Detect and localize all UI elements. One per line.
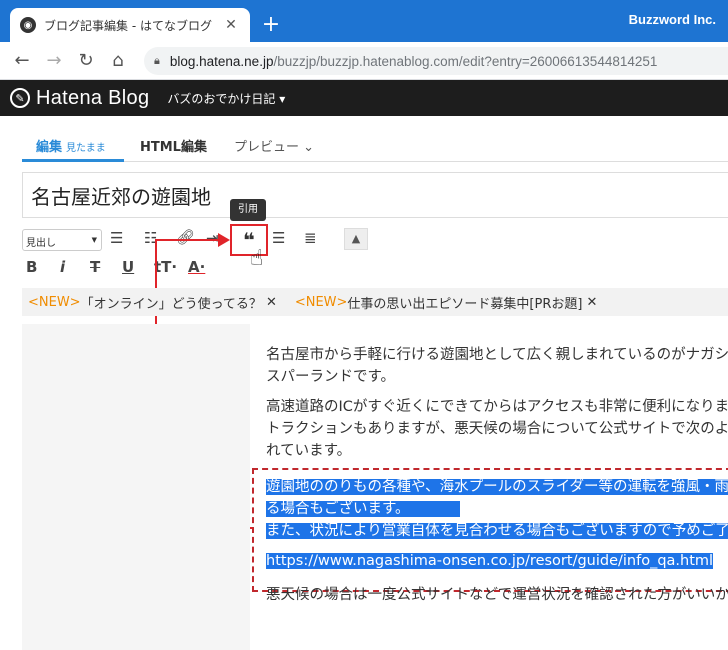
close-news-2-icon[interactable]: ✕	[586, 295, 597, 310]
annotation-arrowhead	[218, 233, 230, 247]
p2-line-1: 高速道路のICがすぐ近くにできてからはアクセスも非常に便利になりまし	[266, 399, 728, 415]
hand-pointer-icon: ☝︎	[250, 246, 264, 271]
reload-icon[interactable]: ↻	[74, 50, 98, 72]
title-input[interactable]: 名古屋近郊の遊園地	[22, 172, 728, 218]
tab-preview[interactable]: プレビュー ⌄	[234, 136, 314, 155]
quote-line-1: 遊園地ののりもの各種や、海水プールのスライダー等の運転を強風・雨天	[266, 479, 728, 495]
news-link-1[interactable]: 「オンライン」どう使ってる？	[81, 293, 262, 312]
selected-quote: 遊園地ののりもの各種や、海水プールのスライダー等の運転を強風・雨天 る場合もござ…	[266, 476, 728, 572]
tab-html[interactable]: HTML編集	[140, 136, 207, 155]
hatena-logo-icon[interactable]: ✎	[10, 88, 30, 108]
collapse-toolbar-button[interactable]: ▲	[344, 228, 368, 250]
blog-name-dropdown[interactable]: バズのおでかけ日記 ▾	[167, 90, 285, 107]
lock-icon: 🔒︎	[154, 54, 160, 67]
tab-edit-label: 編集	[36, 140, 63, 155]
hatena-logo-text[interactable]: Hatena Blog	[36, 87, 149, 110]
new-tag-2: <NEW>	[294, 294, 348, 310]
chevron-up-icon: ▲	[351, 232, 361, 245]
new-tab-icon[interactable]: +	[260, 12, 282, 38]
news-bar: <NEW> 「オンライン」どう使ってる？ ✕ <NEW> 仕事の思い出エピソード募集中…	[22, 288, 728, 316]
text-size-icon[interactable]: tT·	[154, 258, 177, 276]
home-icon[interactable]: ⌂	[106, 50, 130, 72]
news-link-2[interactable]: 仕事の思い出エピソード募集中[PRお題]	[347, 293, 582, 312]
p2-line-3: れています。	[266, 443, 352, 459]
brand-label: Buzzword Inc.	[628, 12, 716, 27]
address-bar: ← → ↻ ⌂ 🔒︎ blog.hatena.ne.jp/buzzjp/buzz…	[0, 42, 728, 80]
chevron-down-icon: ⌄	[303, 140, 315, 155]
editor-tabs: 編集 見たまま HTML編集 プレビュー ⌄	[22, 130, 728, 162]
tooltip-quote: 引用	[230, 199, 266, 221]
quote-line-3: また、状況により営業自体を見合わせる場合もございますので予めご了承	[266, 523, 728, 539]
back-arrow-icon[interactable]: ←	[10, 50, 34, 72]
bullet-list-icon[interactable]: ☰	[110, 229, 123, 247]
quote-line-2-tail	[402, 501, 461, 517]
heading-select-value: 見出し	[26, 238, 56, 249]
p2-line-2: トラクションもありますが、悪天候の場合について公式サイトで次のよう	[266, 421, 728, 437]
caret-down-icon: ▼	[91, 236, 97, 244]
editor-sidebar	[22, 324, 250, 650]
hatena-favicon-icon: ◉	[20, 17, 36, 33]
p1-line-2: スパーランドです。	[266, 369, 396, 385]
paragraph-1: 名古屋市から手軽に行ける遊園地として広く親しまれているのがナガシマ スパーランド…	[266, 344, 728, 388]
editor-body[interactable]: 名古屋市から手軽に行ける遊園地として広く親しまれているのがナガシマ スパーランド…	[266, 344, 728, 614]
quote-line-2: る場合もございます。	[266, 501, 403, 517]
bold-icon[interactable]: B	[26, 258, 37, 276]
italic-icon[interactable]: i	[60, 258, 65, 276]
quote-url: https://www.nagashima-onsen.co.jp/resort…	[266, 553, 714, 569]
tab-preview-label: プレビュー	[234, 140, 300, 155]
tab-title: ブログ記事編集 - はてなブログ	[44, 18, 212, 33]
browser-tab[interactable]: ◉ ブログ記事編集 - はてなブログ ✕	[10, 8, 250, 42]
strikethrough-icon[interactable]: T	[90, 258, 100, 276]
p3-line-1: 悪天候の場合は一度公式サイトなどで運営状況を確認された方がいいかも	[266, 587, 728, 603]
tab-edit-sub: 見たまま	[66, 143, 106, 154]
more-icon[interactable]: ≣	[304, 229, 317, 247]
close-news-1-icon[interactable]: ✕	[266, 295, 277, 310]
close-tab-icon[interactable]: ✕	[222, 17, 240, 33]
hatena-header: ✎ Hatena Blog バズのおでかけ日記 ▾	[0, 80, 728, 116]
url-host: blog.hatena.ne.jp	[169, 53, 274, 69]
p1-line-1: 名古屋市から手軽に行ける遊園地として広く親しまれているのがナガシマ	[266, 347, 728, 363]
new-tag-1: <NEW>	[28, 294, 81, 310]
link-icon[interactable]: 🔗︎	[176, 228, 195, 246]
paragraph-2: 高速道路のICがすぐ近くにできてからはアクセスも非常に便利になりまし トラクショ…	[266, 396, 728, 462]
annotation-arrow-top	[155, 239, 219, 241]
text-color-icon[interactable]: A·	[188, 258, 205, 276]
underline-icon[interactable]: U	[122, 258, 134, 276]
paragraph-3: 悪天候の場合は一度公式サイトなどで運営状況を確認された方がいいかも	[266, 584, 728, 606]
forward-arrow-icon[interactable]: →	[42, 50, 66, 72]
tab-edit[interactable]: 編集 見たまま	[22, 136, 124, 162]
indent-icon[interactable]: ⇥	[206, 229, 219, 247]
browser-tab-bar: ◉ ブログ記事編集 - はてなブログ ✕ + Buzzword Inc.	[0, 0, 728, 42]
heading-select[interactable]: 見出し ▼	[22, 229, 102, 251]
definition-list-icon[interactable]: ☰	[272, 229, 285, 247]
url-input[interactable]: 🔒︎ blog.hatena.ne.jp/buzzjp/buzzjp.haten…	[144, 47, 728, 75]
url-path: /buzzjp/buzzjp.hatenablog.com/edit?entry…	[273, 53, 658, 69]
